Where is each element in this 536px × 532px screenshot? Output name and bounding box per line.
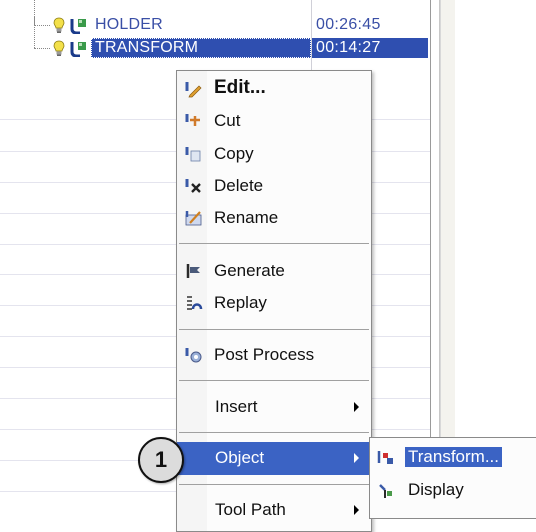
context-menu: Edit... Cut Copy Delete Rename Generate … (176, 70, 372, 532)
cut-icon (185, 114, 200, 126)
menu-item-cut[interactable]: Cut (177, 105, 371, 138)
menu-item-label: Delete (214, 176, 264, 195)
tree-row-transform[interactable]: TRANSFORM 00:14:27 (0, 17, 430, 59)
display-icon (379, 484, 392, 498)
menu-item-label: Insert (215, 397, 258, 416)
menu-item-label: Generate (214, 261, 285, 280)
operation-icon (70, 19, 86, 34)
submenu-arrow-icon (354, 505, 359, 515)
menu-item-generate[interactable]: Generate (177, 255, 371, 288)
menu-item-object[interactable]: Object (177, 442, 371, 475)
operation-name: HOLDER (95, 16, 163, 33)
transform-icon (377, 451, 393, 464)
object-submenu: Transform... Display (369, 437, 536, 519)
status-bulb-icon (53, 17, 65, 33)
tree-connector (34, 17, 54, 59)
menu-separator (179, 380, 369, 381)
menu-item-post-process[interactable]: Post Process (177, 339, 371, 372)
menu-item-tool-path[interactable]: Tool Path (177, 494, 371, 527)
menu-separator (179, 329, 369, 330)
edit-icon (185, 82, 202, 98)
callout-number: 1 (154, 447, 168, 472)
menu-item-delete[interactable]: Delete (177, 170, 371, 203)
menu-item-label: Replay (214, 293, 267, 312)
operation-time: 00:26:45 (316, 16, 381, 33)
submenu-item-display[interactable]: Display (370, 475, 536, 507)
menu-separator (179, 484, 369, 485)
operation-time: 00:14:27 (316, 39, 381, 56)
menu-separator (179, 432, 369, 433)
menu-item-label: Edit... (214, 77, 266, 98)
status-bulb-icon (53, 40, 65, 56)
submenu-item-label: Transform... (405, 447, 502, 467)
post-process-icon (185, 348, 202, 363)
submenu-arrow-icon (354, 453, 359, 463)
tree-connector (34, 0, 54, 36)
copy-icon (185, 147, 201, 162)
menu-item-label: Rename (214, 208, 279, 227)
generate-icon (186, 264, 200, 278)
step-callout-badge: 1 (138, 437, 184, 483)
menu-item-label: Post Process (214, 345, 315, 364)
menu-item-label: Object (215, 448, 265, 467)
rename-icon (185, 211, 202, 226)
tree-row-holder[interactable]: HOLDER 00:26:45 (0, 0, 430, 36)
menu-item-copy[interactable]: Copy (177, 138, 371, 171)
operation-name: TRANSFORM (95, 39, 199, 56)
menu-separator (179, 243, 369, 244)
menu-item-label: Tool Path (215, 500, 286, 519)
menu-item-insert[interactable]: Insert (177, 391, 371, 424)
menu-item-edit[interactable]: Edit... (177, 73, 371, 106)
submenu-arrow-icon (354, 402, 359, 412)
delete-icon (185, 179, 201, 193)
menu-item-replay[interactable]: Replay (177, 287, 371, 320)
menu-item-rename[interactable]: Rename (177, 202, 371, 235)
menu-item-label: Copy (214, 144, 254, 163)
replay-icon (187, 296, 203, 310)
menu-item-label: Cut (214, 111, 241, 130)
submenu-item-label: Display (408, 480, 464, 499)
submenu-item-transform[interactable]: Transform... (370, 442, 536, 474)
operation-icon (70, 42, 86, 57)
